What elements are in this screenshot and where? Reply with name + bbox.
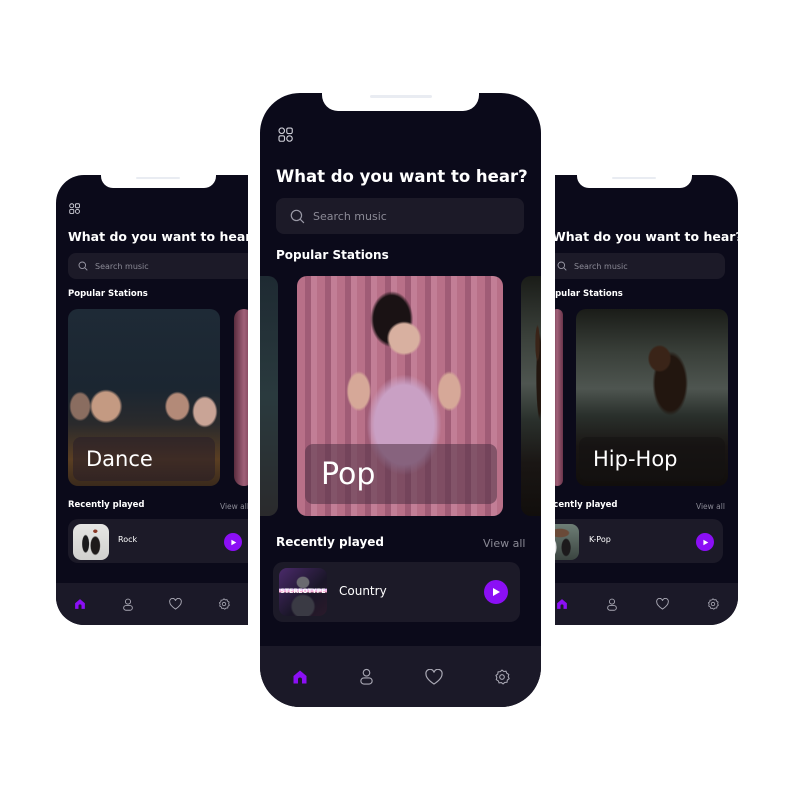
nav-favorites[interactable] bbox=[424, 668, 443, 685]
recent-item[interactable]: Rock bbox=[68, 519, 248, 563]
album-title-text: STEREOTYPE bbox=[280, 588, 326, 595]
speaker-bar bbox=[136, 177, 180, 179]
view-all-link[interactable]: View all bbox=[696, 502, 725, 511]
apps-grid-icon[interactable] bbox=[278, 127, 293, 146]
station-label: Dance bbox=[86, 447, 153, 471]
nav-settings[interactable] bbox=[494, 668, 510, 685]
page-title: What do you want to hear? bbox=[276, 167, 528, 186]
recent-item-name: Rock bbox=[118, 535, 138, 544]
apps-grid-icon[interactable] bbox=[69, 199, 80, 218]
speaker-bar bbox=[370, 95, 432, 98]
profile-icon bbox=[607, 598, 617, 611]
station-card-dance[interactable]: Dance bbox=[68, 309, 220, 486]
nav-profile[interactable] bbox=[606, 598, 618, 611]
play-icon bbox=[493, 588, 500, 596]
recently-played-heading: Recently played bbox=[68, 500, 145, 510]
nav-settings[interactable] bbox=[218, 598, 230, 610]
home-icon bbox=[75, 599, 85, 609]
search-placeholder: Search music bbox=[95, 261, 149, 271]
heart-icon bbox=[656, 598, 669, 610]
speaker-bar bbox=[612, 177, 656, 179]
station-label-box: Pop bbox=[305, 444, 497, 504]
search-placeholder: Search music bbox=[313, 209, 387, 223]
settings-icon bbox=[494, 668, 510, 685]
album-thumbnail bbox=[555, 524, 579, 560]
nav-favorites[interactable] bbox=[656, 598, 669, 610]
nav-settings[interactable] bbox=[707, 598, 719, 610]
popular-stations-heading: Popular Stations bbox=[68, 289, 148, 299]
station-card-prev[interactable] bbox=[260, 276, 278, 516]
phone-right: What do you want to hear? Search music P… bbox=[555, 175, 738, 625]
search-placeholder: Search music bbox=[574, 261, 628, 271]
page-title: What do you want to hear? bbox=[555, 229, 738, 244]
search-icon bbox=[78, 261, 88, 271]
phone-notch bbox=[101, 175, 216, 188]
station-card-next[interactable] bbox=[234, 309, 248, 486]
phone-notch bbox=[322, 93, 479, 111]
nav-profile[interactable] bbox=[359, 668, 374, 685]
popular-stations-heading: Popular Stations bbox=[555, 289, 623, 299]
bottom-nav bbox=[555, 583, 738, 625]
station-card-hiphop[interactable]: Hip-Hop bbox=[576, 309, 728, 486]
play-button[interactable] bbox=[224, 533, 242, 551]
recent-item-name: Country bbox=[339, 584, 387, 598]
page-title: What do you want to hear? bbox=[68, 229, 248, 244]
search-icon bbox=[557, 261, 567, 271]
phone-left: What do you want to hear? Search music P… bbox=[56, 175, 248, 625]
profile-icon bbox=[359, 668, 373, 685]
view-all-link[interactable]: View all bbox=[220, 502, 248, 511]
bottom-nav bbox=[260, 646, 541, 707]
station-card-prev[interactable] bbox=[555, 309, 563, 486]
settings-icon bbox=[219, 598, 230, 610]
station-card-pop[interactable]: Pop bbox=[297, 276, 503, 516]
nav-home[interactable] bbox=[556, 598, 568, 610]
recently-played-heading: Recently played bbox=[276, 535, 385, 549]
profile-icon bbox=[122, 598, 133, 611]
search-input[interactable]: Search music bbox=[555, 253, 725, 279]
nav-favorites[interactable] bbox=[169, 598, 183, 610]
search-input[interactable]: Search music bbox=[68, 253, 248, 279]
phone-notch bbox=[577, 175, 692, 188]
station-label: Pop bbox=[321, 456, 376, 492]
nav-home[interactable] bbox=[292, 669, 308, 685]
album-thumbnail bbox=[73, 524, 109, 560]
recent-item-name: K-Pop bbox=[589, 535, 611, 544]
heart-icon bbox=[424, 668, 443, 685]
station-card-next[interactable] bbox=[521, 276, 541, 516]
popular-stations-heading: Popular Stations bbox=[276, 248, 389, 262]
home-icon bbox=[557, 599, 567, 609]
recently-played-heading: Recently played bbox=[555, 500, 618, 510]
bottom-nav bbox=[56, 583, 248, 625]
play-icon bbox=[230, 539, 236, 545]
album-thumbnail: STEREOTYPE bbox=[279, 568, 327, 616]
nav-home[interactable] bbox=[74, 598, 86, 610]
heart-icon bbox=[169, 598, 183, 610]
home-icon bbox=[293, 670, 306, 683]
recent-item[interactable]: STEREOTYPE Country bbox=[273, 562, 520, 622]
phone-center: What do you want to hear? Search music P… bbox=[260, 93, 541, 707]
nav-profile[interactable] bbox=[122, 598, 134, 611]
settings-icon bbox=[707, 598, 719, 610]
search-input[interactable]: Search music bbox=[276, 198, 524, 234]
play-button[interactable] bbox=[484, 580, 508, 604]
play-button[interactable] bbox=[696, 533, 714, 551]
station-label-box: Hip-Hop bbox=[579, 437, 725, 481]
view-all-link[interactable]: View all bbox=[483, 537, 525, 550]
search-icon bbox=[290, 209, 305, 223]
recent-item[interactable]: K-Pop bbox=[555, 519, 723, 563]
station-label-box: Dance bbox=[73, 437, 215, 481]
station-label: Hip-Hop bbox=[593, 447, 678, 471]
play-icon bbox=[702, 539, 708, 545]
